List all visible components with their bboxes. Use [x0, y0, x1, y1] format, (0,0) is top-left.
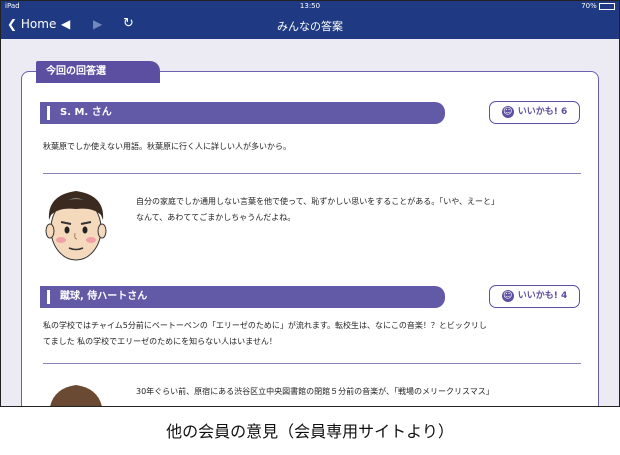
comment-line: 30年ぐらい前、原宿にある渋谷区立中央図書館の閉館５分前の音楽が、「戦場のメリー…	[136, 387, 494, 396]
section-title: 今回の回答選	[36, 61, 160, 83]
answer-line: 私の学校ではチャイム5分前にベートーベンの「エリーゼのために」が流れます。転校生…	[43, 321, 487, 330]
answer-author-bar: 蹴球, 侍ハートさん	[40, 286, 445, 308]
navigation-bar: ❮ Home ◀ ▶ ↻ みんなの答案	[1, 11, 619, 39]
answer-text: 秋葉原でしか使えない用語。秋葉原に行く人に詳しい人が多いから。	[43, 142, 291, 151]
tablet-screen: iPad 13:50 70% ❮ Home ◀ ▶ ↻ みんなの答案 今回の回答…	[0, 0, 620, 407]
divider	[43, 363, 581, 364]
battery-label: 70%	[581, 2, 597, 10]
battery-icon	[599, 2, 615, 10]
answer-line: てました 私の学校でエリーゼのためにを知らない人はいません！	[43, 337, 277, 346]
comment-line: なんて、あわててごまかしちゃうんだよね。	[136, 213, 296, 222]
like-button[interactable]: ☺ いいかも! 4	[489, 285, 580, 308]
like-label: いいかも! 4	[517, 291, 568, 301]
answer-author-bar: S. M. さん	[40, 102, 445, 124]
answer-text: 私の学校ではチャイム5分前にベートーベンの「エリーゼのために」が流れます。転校生…	[43, 318, 487, 350]
battery-indicator: 70%	[581, 1, 615, 11]
boy-face-illustration	[41, 185, 111, 275]
figure-caption: 他の会員の意見（会員専用サイトより）	[166, 422, 454, 441]
smile-icon: ☺	[501, 289, 514, 302]
page-title: みんなの答案	[277, 20, 343, 33]
like-button[interactable]: ☺ いいかも! 6	[489, 101, 580, 124]
status-bar: iPad 13:50 70%	[1, 1, 619, 11]
face-illustration-partial	[41, 381, 111, 406]
smile-icon: ☺	[501, 105, 514, 118]
comment-text: 30年ぐらい前、原宿にある渋谷区立中央図書館の閉館５分前の音楽が、「戦場のメリー…	[136, 384, 494, 400]
like-label: いいかも! 6	[517, 107, 568, 117]
comment-text: 自分の家庭でしか通用しない言葉を他で使って、恥ずかしい思いをすることがある。「い…	[136, 194, 499, 226]
divider	[43, 173, 581, 174]
comment-line: 自分の家庭でしか通用しない言葉を他で使って、恥ずかしい思いをすることがある。「い…	[136, 197, 499, 206]
clock: 13:50	[299, 2, 321, 10]
